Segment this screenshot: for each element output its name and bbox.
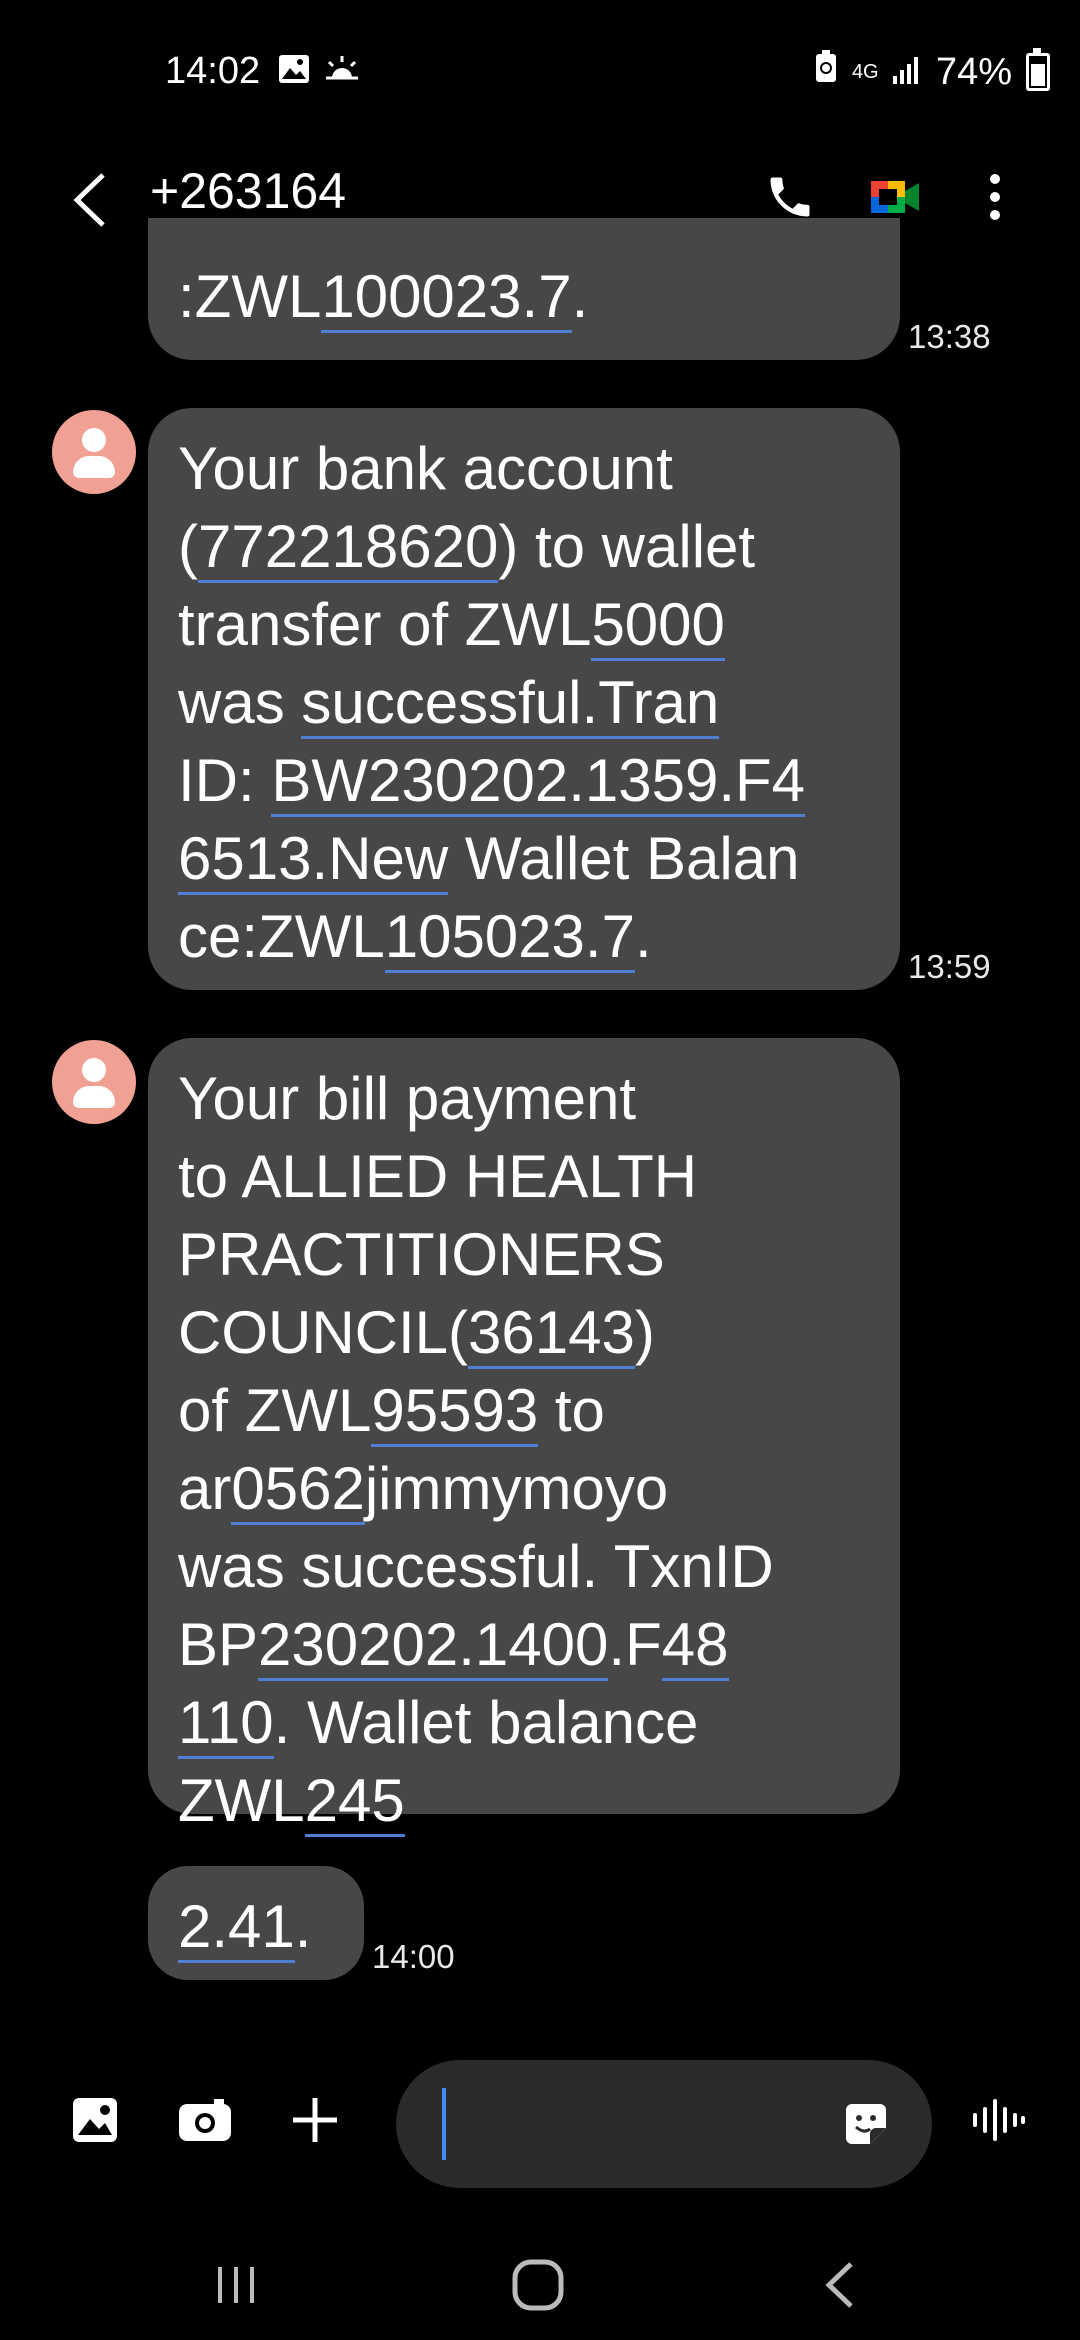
message-text: . xyxy=(571,263,589,330)
back-icon[interactable] xyxy=(790,2250,890,2320)
home-icon[interactable] xyxy=(488,2250,588,2320)
message-time: 14:00 xyxy=(372,1938,455,1975)
back-arrow-icon[interactable] xyxy=(60,160,120,240)
contact-name[interactable]: +263164 xyxy=(150,162,346,220)
plus-icon[interactable] xyxy=(275,2080,355,2160)
message-time: 13:38 xyxy=(908,318,991,355)
detected-link[interactable]: successful.Tran xyxy=(301,669,720,739)
network-type-label: 4G xyxy=(851,61,879,83)
contact-avatar[interactable] xyxy=(52,1040,136,1124)
more-options-icon[interactable] xyxy=(960,162,1030,232)
contact-avatar[interactable] xyxy=(52,410,136,494)
message-composer xyxy=(0,2050,1080,2230)
system-navigation-bar xyxy=(0,2230,1080,2340)
sticker-icon[interactable] xyxy=(826,2084,906,2164)
message-bubble[interactable]: 2.41. xyxy=(148,1866,364,1980)
gallery-notification-icon xyxy=(278,54,310,89)
detected-link[interactable]: 105023.7 xyxy=(384,903,635,973)
status-time: 14:02 xyxy=(165,50,261,92)
message-list[interactable]: :ZWL100023.7. 13:38 Your bank account (7… xyxy=(0,218,1080,2038)
message-bubble[interactable]: :ZWL100023.7. xyxy=(148,218,900,360)
battery-charging-icon xyxy=(1026,48,1050,91)
detected-link[interactable]: 2.41 xyxy=(178,1893,295,1963)
detected-link[interactable]: 0562 xyxy=(231,1455,365,1525)
message-bubble[interactable]: Your bill payment to ALLIED HEALTH PRACT… xyxy=(148,1038,900,1837)
camera-icon[interactable] xyxy=(165,2080,245,2160)
voice-input-icon[interactable] xyxy=(958,2080,1038,2160)
weather-icon xyxy=(324,54,360,89)
signal-icon xyxy=(892,51,922,94)
detected-link[interactable]: 230202.1400 xyxy=(258,1611,609,1681)
message-text: . xyxy=(294,1893,312,1960)
message-text: .F xyxy=(608,1611,662,1678)
message-text: . xyxy=(634,903,652,970)
detected-link[interactable]: 5000 xyxy=(591,591,725,661)
detected-link[interactable]: 100023.7 xyxy=(321,263,572,333)
battery-percent: 74% xyxy=(935,50,1012,93)
message-time: 13:59 xyxy=(908,948,991,985)
text-caret xyxy=(442,2088,446,2160)
message-bubble[interactable]: Your bank account (772218620) to wallet … xyxy=(148,408,900,990)
gallery-icon[interactable] xyxy=(55,2080,135,2160)
message-text: :ZWL xyxy=(178,263,322,330)
detected-link[interactable]: 95593 xyxy=(371,1377,539,1447)
detected-link[interactable]: 36143 xyxy=(468,1299,635,1369)
battery-saver-icon xyxy=(814,50,838,94)
detected-link[interactable]: 772218620 xyxy=(197,513,499,583)
message-text: was xyxy=(178,669,285,736)
recent-apps-icon[interactable] xyxy=(186,2250,286,2320)
message-text: ID: xyxy=(178,747,255,814)
detected-link[interactable]: 245 xyxy=(304,1767,405,1837)
status-bar: 14:02 4G 74% xyxy=(0,0,1080,150)
message-input[interactable] xyxy=(396,2060,932,2188)
